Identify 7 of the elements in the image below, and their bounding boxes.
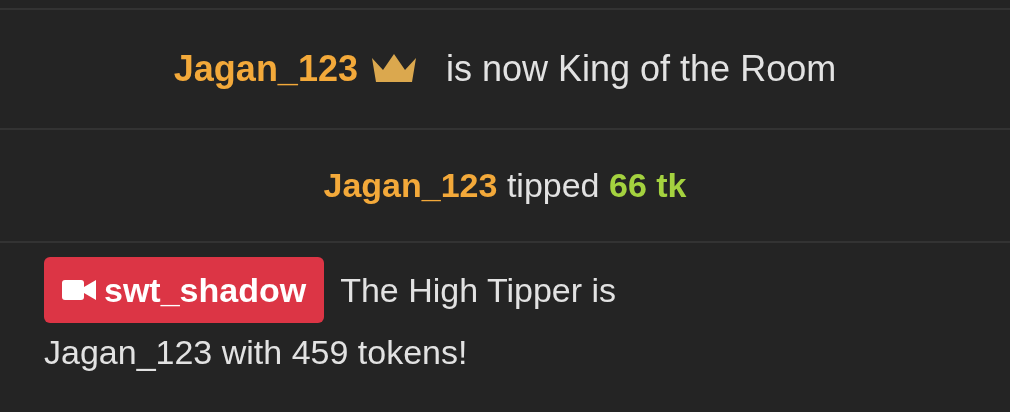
message-text: The High Tipper is: [340, 273, 617, 307]
video-camera-icon: [62, 278, 96, 302]
tip-message: Jagan_123 tipped 66 tk: [323, 165, 687, 206]
username[interactable]: Jagan_123: [173, 42, 358, 96]
message-text: Jagan_123 with 459 tokens!: [44, 335, 468, 369]
message-text: is now King of the Room: [445, 47, 837, 91]
broadcaster-badge[interactable]: swt_shadow: [44, 257, 325, 323]
